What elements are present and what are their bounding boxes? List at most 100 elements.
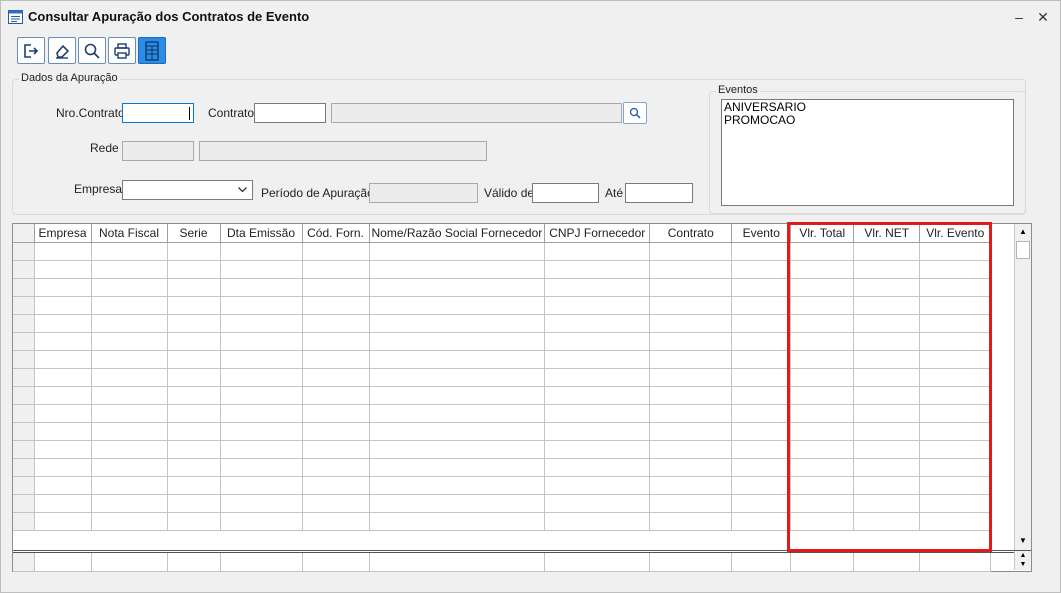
table-cell[interactable] bbox=[220, 440, 303, 459]
table-cell[interactable] bbox=[544, 368, 651, 387]
table-cell[interactable] bbox=[34, 278, 92, 297]
row-selector[interactable] bbox=[13, 332, 35, 351]
row-selector[interactable] bbox=[13, 440, 35, 459]
table-cell[interactable] bbox=[302, 260, 370, 279]
table-cell[interactable] bbox=[220, 422, 303, 441]
table-cell[interactable] bbox=[919, 350, 992, 369]
table-cell[interactable] bbox=[853, 422, 921, 441]
table-cell[interactable] bbox=[919, 260, 992, 279]
table-cell[interactable] bbox=[544, 458, 651, 477]
table-cell[interactable] bbox=[649, 242, 733, 261]
column-header-nome-fornecedor[interactable]: Nome/Razão Social Fornecedor bbox=[369, 224, 546, 243]
table-cell[interactable] bbox=[34, 350, 92, 369]
table-cell[interactable] bbox=[167, 260, 221, 279]
table-cell[interactable] bbox=[790, 476, 855, 495]
table-cell[interactable] bbox=[649, 368, 733, 387]
table-cell[interactable] bbox=[544, 440, 651, 459]
table-cell[interactable] bbox=[369, 260, 546, 279]
table-cell[interactable] bbox=[731, 350, 792, 369]
contrato-input[interactable] bbox=[254, 103, 326, 123]
table-cell[interactable] bbox=[34, 368, 92, 387]
table-cell[interactable] bbox=[369, 314, 546, 333]
table-cell[interactable] bbox=[853, 512, 921, 531]
column-header-serie[interactable]: Serie bbox=[167, 224, 221, 243]
table-cell[interactable] bbox=[302, 386, 370, 405]
table-cell[interactable] bbox=[369, 476, 546, 495]
table-cell[interactable] bbox=[167, 512, 221, 531]
table-cell[interactable] bbox=[853, 296, 921, 315]
grid-view-button[interactable] bbox=[138, 37, 166, 64]
table-row[interactable] bbox=[13, 404, 992, 423]
ate-input[interactable] bbox=[625, 183, 693, 203]
table-cell[interactable] bbox=[220, 332, 303, 351]
row-selector[interactable] bbox=[13, 296, 35, 315]
table-cell[interactable] bbox=[167, 422, 221, 441]
table-row[interactable] bbox=[13, 242, 992, 261]
table-cell[interactable] bbox=[302, 314, 370, 333]
table-row[interactable] bbox=[13, 386, 992, 405]
table-cell[interactable] bbox=[302, 332, 370, 351]
table-cell[interactable] bbox=[853, 260, 921, 279]
table-cell[interactable] bbox=[34, 458, 92, 477]
table-cell[interactable] bbox=[919, 422, 992, 441]
table-cell[interactable] bbox=[91, 386, 168, 405]
table-row[interactable] bbox=[13, 512, 992, 531]
column-header-evento[interactable]: Evento bbox=[731, 224, 792, 243]
table-row[interactable] bbox=[13, 440, 992, 459]
table-cell[interactable] bbox=[853, 494, 921, 513]
table-cell[interactable] bbox=[853, 458, 921, 477]
print-button[interactable] bbox=[108, 37, 136, 64]
table-cell[interactable] bbox=[731, 476, 792, 495]
table-cell[interactable] bbox=[369, 386, 546, 405]
table-cell[interactable] bbox=[167, 476, 221, 495]
column-header-dta-emissao[interactable]: Dta Emissão bbox=[220, 224, 303, 243]
table-cell[interactable] bbox=[731, 332, 792, 351]
table-cell[interactable] bbox=[790, 422, 855, 441]
table-cell[interactable] bbox=[369, 278, 546, 297]
table-cell[interactable] bbox=[919, 332, 992, 351]
table-cell[interactable] bbox=[790, 440, 855, 459]
table-cell[interactable] bbox=[853, 368, 921, 387]
table-cell[interactable] bbox=[91, 332, 168, 351]
table-cell[interactable] bbox=[544, 332, 651, 351]
table-cell[interactable] bbox=[91, 512, 168, 531]
table-cell[interactable] bbox=[919, 494, 992, 513]
table-cell[interactable] bbox=[302, 242, 370, 261]
table-cell[interactable] bbox=[731, 404, 792, 423]
table-cell[interactable] bbox=[731, 242, 792, 261]
valido-de-input[interactable] bbox=[532, 183, 599, 203]
search-button[interactable] bbox=[78, 37, 106, 64]
table-cell[interactable] bbox=[790, 332, 855, 351]
table-cell[interactable] bbox=[649, 476, 733, 495]
scroll-up-arrow-icon[interactable]: ▲ bbox=[1015, 224, 1031, 240]
table-cell[interactable] bbox=[544, 422, 651, 441]
table-cell[interactable] bbox=[167, 350, 221, 369]
table-cell[interactable] bbox=[853, 332, 921, 351]
table-cell[interactable] bbox=[167, 242, 221, 261]
table-cell[interactable] bbox=[302, 368, 370, 387]
row-selector[interactable] bbox=[13, 386, 35, 405]
table-cell[interactable] bbox=[302, 422, 370, 441]
row-selector[interactable] bbox=[13, 512, 35, 531]
table-row[interactable] bbox=[13, 332, 992, 351]
table-cell[interactable] bbox=[731, 368, 792, 387]
table-cell[interactable] bbox=[731, 458, 792, 477]
table-cell[interactable] bbox=[220, 476, 303, 495]
table-cell[interactable] bbox=[220, 260, 303, 279]
table-cell[interactable] bbox=[544, 386, 651, 405]
table-cell[interactable] bbox=[790, 242, 855, 261]
table-cell[interactable] bbox=[220, 404, 303, 423]
table-row[interactable] bbox=[13, 368, 992, 387]
column-header-nota-fiscal[interactable]: Nota Fiscal bbox=[91, 224, 168, 243]
table-cell[interactable] bbox=[167, 332, 221, 351]
table-cell[interactable] bbox=[369, 440, 546, 459]
table-cell[interactable] bbox=[34, 476, 92, 495]
table-cell[interactable] bbox=[919, 476, 992, 495]
table-cell[interactable] bbox=[790, 404, 855, 423]
table-cell[interactable] bbox=[790, 296, 855, 315]
table-cell[interactable] bbox=[91, 314, 168, 333]
table-cell[interactable] bbox=[544, 404, 651, 423]
table-cell[interactable] bbox=[790, 458, 855, 477]
table-cell[interactable] bbox=[369, 350, 546, 369]
table-cell[interactable] bbox=[790, 512, 855, 531]
